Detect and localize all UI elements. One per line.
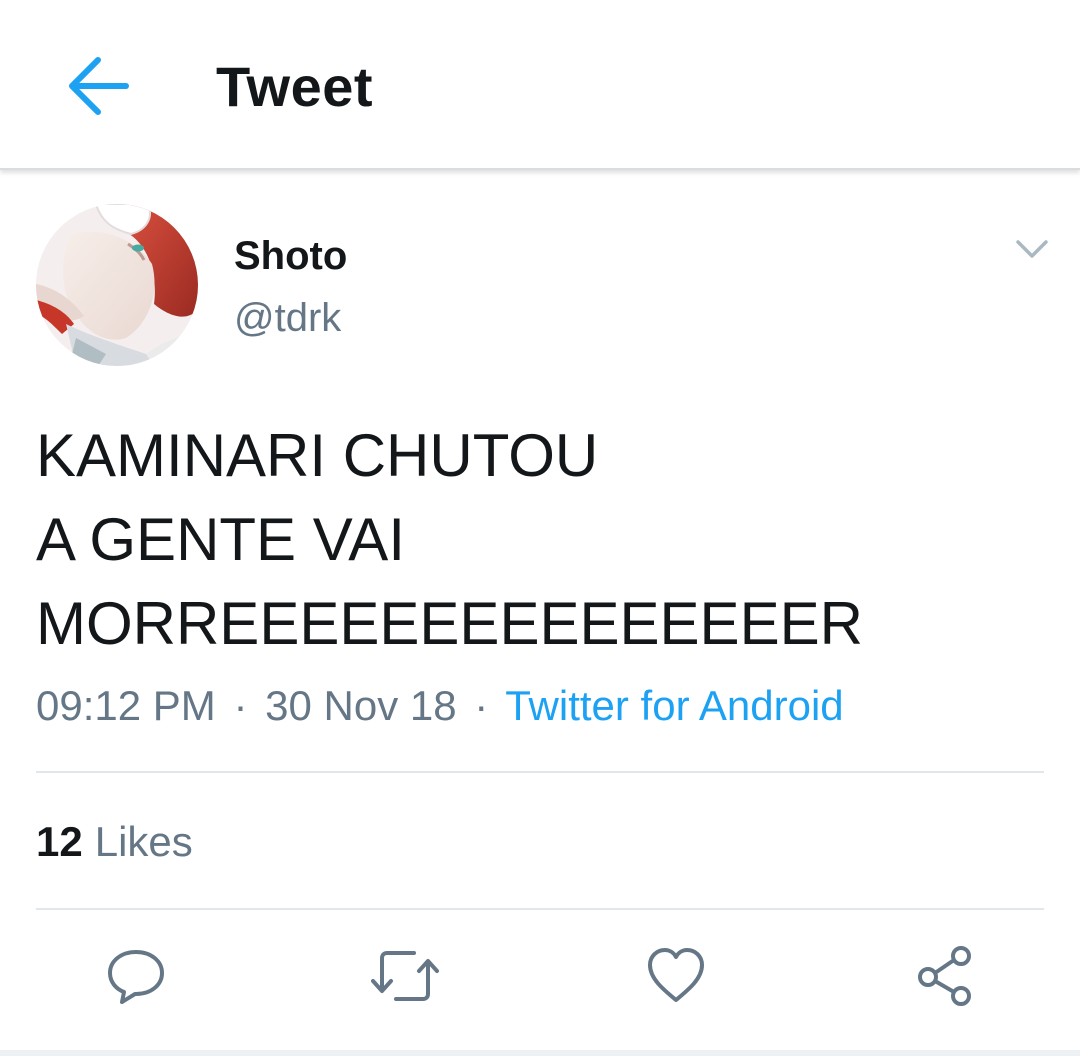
tweet-text-line: A GENTE VAI bbox=[36, 506, 405, 573]
bottom-divider bbox=[0, 1050, 1080, 1056]
tweet-text: KAMINARI CHUTOU A GENTE VAI MORREEEEEEEE… bbox=[36, 414, 1046, 666]
retweet-icon bbox=[371, 951, 439, 1001]
author-display-name[interactable]: Shoto bbox=[234, 234, 347, 279]
tweet-source-link[interactable]: Twitter for Android bbox=[505, 682, 843, 729]
share-button[interactable] bbox=[914, 944, 978, 1008]
tweet-metadata: 09:12 PM · 30 Nov 18 · Twitter for Andro… bbox=[36, 682, 844, 730]
meta-separator: · bbox=[474, 682, 489, 729]
divider bbox=[36, 908, 1044, 910]
author-handle[interactable]: @tdrk bbox=[234, 296, 341, 341]
arrow-left-icon bbox=[69, 57, 129, 115]
tweet-text-line: MORREEEEEEEEEEEEEEER bbox=[36, 590, 863, 657]
likes-count: 12 bbox=[36, 818, 83, 865]
retweet-button[interactable] bbox=[370, 944, 439, 1008]
chevron-down-icon bbox=[1016, 240, 1048, 258]
tweet-date: 30 Nov 18 bbox=[265, 682, 457, 729]
reply-icon bbox=[108, 950, 164, 1004]
top-app-bar: Tweet bbox=[0, 0, 1080, 170]
avatar[interactable] bbox=[36, 204, 198, 366]
divider bbox=[36, 771, 1044, 773]
page-title: Tweet bbox=[216, 55, 374, 118]
likes-label: Likes bbox=[94, 818, 193, 865]
meta-separator: · bbox=[233, 682, 248, 729]
profile-photo bbox=[36, 204, 198, 366]
tweet-text-line: KAMINARI CHUTOU bbox=[36, 422, 599, 489]
heart-icon bbox=[648, 948, 704, 1002]
back-button[interactable] bbox=[56, 44, 140, 128]
tweet-menu-button[interactable] bbox=[1010, 226, 1054, 270]
like-button[interactable] bbox=[644, 944, 708, 1008]
tweet-time: 09:12 PM bbox=[36, 682, 216, 729]
share-icon bbox=[918, 946, 971, 1006]
likes-summary[interactable]: 12 Likes bbox=[36, 818, 193, 866]
reply-button[interactable] bbox=[104, 944, 168, 1008]
